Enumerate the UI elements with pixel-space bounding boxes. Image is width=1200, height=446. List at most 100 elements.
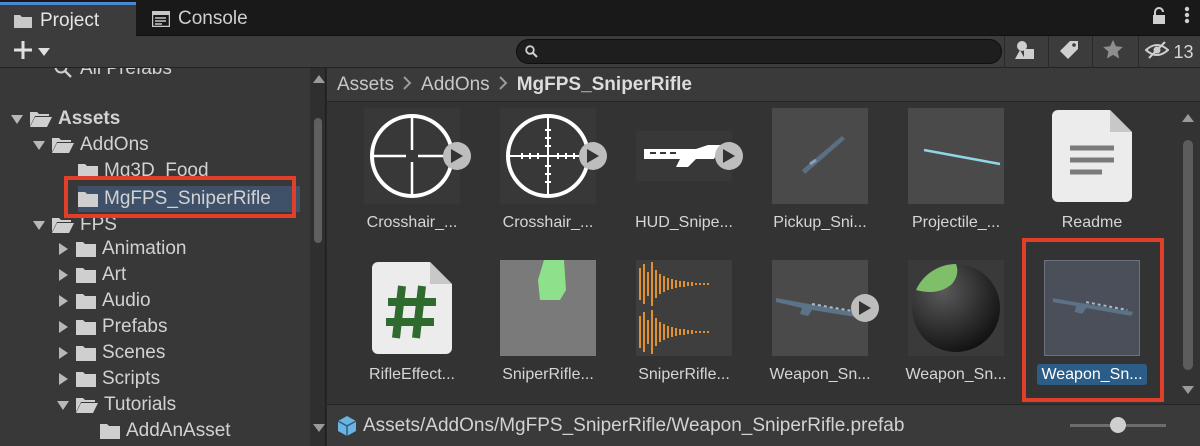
folder-icon bbox=[76, 241, 96, 257]
expand-arrow-icon[interactable] bbox=[32, 140, 46, 150]
tree-item-label: AddAnAsset bbox=[126, 420, 231, 441]
folder-icon bbox=[78, 191, 98, 207]
create-button[interactable] bbox=[12, 39, 60, 65]
breadcrumb-item[interactable]: Assets bbox=[337, 74, 394, 96]
tree-item-scripts[interactable]: Scripts bbox=[56, 366, 325, 392]
collapse-arrow-icon[interactable] bbox=[56, 373, 70, 385]
asset-label: SniperRifle... bbox=[502, 366, 594, 383]
expand-arrow-icon[interactable] bbox=[32, 220, 46, 230]
folder-tree: All Prefabs Assets AddOns Mg3D_Food MgFP… bbox=[0, 68, 326, 446]
tree-item-all-prefabs[interactable]: All Prefabs bbox=[54, 68, 325, 82]
hidden-count-label: 13 bbox=[1173, 41, 1194, 62]
folder-icon bbox=[76, 371, 96, 387]
play-icon[interactable] bbox=[851, 294, 879, 322]
chevron-right-icon bbox=[403, 74, 412, 96]
asset-label: Crosshair_... bbox=[366, 214, 458, 231]
breadcrumb-item[interactable]: AddOns bbox=[421, 74, 490, 96]
tree-item-label: AddOns bbox=[80, 134, 149, 155]
tree-item-art[interactable]: Art bbox=[56, 262, 325, 288]
tree-item-scenes[interactable]: Scenes bbox=[56, 340, 325, 366]
collapse-arrow-icon[interactable] bbox=[56, 295, 70, 307]
asset-label: HUD_Snipe... bbox=[635, 214, 733, 231]
tree-item-label: Mg3D_Food bbox=[104, 160, 209, 181]
tree-scroll-down-icon[interactable] bbox=[313, 424, 325, 432]
project-toolbar: 13 bbox=[0, 36, 1200, 68]
favorites-button[interactable] bbox=[1092, 36, 1132, 68]
breadcrumb-current: MgFPS_SniperRifle bbox=[516, 73, 692, 95]
tree-item-label: MgFPS_SniperRifle bbox=[104, 188, 271, 209]
collapse-arrow-icon[interactable] bbox=[56, 269, 70, 281]
folder-open-icon bbox=[76, 397, 98, 413]
play-icon[interactable] bbox=[443, 142, 471, 170]
lock-icon[interactable] bbox=[1152, 6, 1166, 29]
folder-icon bbox=[14, 13, 32, 28]
asset-label: Pickup_Sni... bbox=[773, 214, 867, 231]
tree-item-label: FPS bbox=[80, 214, 117, 235]
expand-arrow-icon[interactable] bbox=[10, 114, 24, 124]
scroll-down-icon[interactable] bbox=[1182, 386, 1194, 394]
script-hash-icon bbox=[364, 260, 460, 356]
collapse-arrow-icon[interactable] bbox=[56, 347, 70, 359]
asset-label: RifleEffect... bbox=[369, 366, 455, 383]
tree-scroll-up-icon[interactable] bbox=[313, 75, 325, 83]
search-by-type-button[interactable] bbox=[1004, 36, 1044, 68]
tree-item-fps[interactable]: FPS bbox=[32, 212, 325, 238]
document-icon bbox=[1044, 108, 1140, 204]
play-icon[interactable] bbox=[715, 142, 743, 170]
tree-item-label: Art bbox=[102, 264, 127, 285]
material-sphere-icon bbox=[908, 260, 1004, 356]
zoom-slider[interactable] bbox=[1070, 417, 1166, 433]
breadcrumb: Assets AddOns MgFPS_SniperRifle bbox=[327, 68, 1200, 102]
search-by-label-button[interactable] bbox=[1048, 36, 1088, 68]
asset-grid-scrollbar-thumb[interactable] bbox=[1183, 140, 1193, 370]
audio-waveform-icon bbox=[636, 260, 732, 356]
prefab-cube-icon bbox=[337, 415, 357, 437]
play-icon[interactable] bbox=[579, 142, 607, 170]
tree-item-audio[interactable]: Audio bbox=[56, 288, 325, 314]
asset-label: Weapon_Sn... bbox=[905, 366, 1007, 383]
folder-icon bbox=[100, 423, 120, 439]
scroll-up-icon[interactable] bbox=[1182, 114, 1194, 122]
search-icon bbox=[54, 68, 72, 78]
tree-item-label: Animation bbox=[102, 238, 187, 259]
collapse-arrow-icon[interactable] bbox=[56, 321, 70, 333]
tab-console-label: Console bbox=[178, 8, 248, 29]
expand-arrow-icon[interactable] bbox=[56, 400, 70, 410]
shapes-icon bbox=[1014, 40, 1036, 65]
asset-label: Projectile_... bbox=[911, 214, 1001, 231]
tab-project-label: Project bbox=[40, 9, 100, 31]
tree-item-label: Audio bbox=[102, 290, 151, 311]
search-icon bbox=[525, 45, 538, 63]
tree-item-assets[interactable]: Assets bbox=[10, 106, 320, 132]
tab-project[interactable]: Project bbox=[0, 2, 136, 36]
search-input[interactable] bbox=[516, 39, 1002, 64]
tree-item-addons[interactable]: AddOns bbox=[32, 132, 325, 158]
tree-item-label: Scenes bbox=[102, 342, 166, 363]
asset-grid-scrollbar[interactable] bbox=[1178, 106, 1198, 402]
folder-icon bbox=[76, 293, 96, 309]
tree-item-label: All Prefabs bbox=[80, 68, 172, 79]
tree-item-mg3d-food[interactable]: Mg3D_Food bbox=[78, 158, 325, 184]
tab-bar: Project Console bbox=[0, 0, 1200, 36]
chevron-right-icon bbox=[498, 74, 508, 96]
asset-label: Readme bbox=[1061, 214, 1123, 231]
zoom-slider-knob[interactable] bbox=[1110, 417, 1126, 433]
asset-label: SniperRifle... bbox=[638, 366, 730, 383]
tree-item-mgfps-sniperrifle[interactable]: MgFPS_SniperRifle bbox=[78, 186, 300, 212]
more-options-icon[interactable] bbox=[1184, 6, 1190, 29]
tree-item-prefabs[interactable]: Prefabs bbox=[56, 314, 325, 340]
tree-item-tutorials[interactable]: Tutorials bbox=[56, 392, 325, 418]
folder-open-icon bbox=[52, 137, 74, 153]
tree-scrollbar[interactable] bbox=[310, 68, 325, 446]
rifle-pickup-icon bbox=[772, 108, 868, 204]
plus-icon bbox=[12, 39, 34, 66]
tree-item-label: Prefabs bbox=[102, 316, 168, 337]
tree-item-addanasset[interactable]: AddAnAsset bbox=[100, 418, 325, 444]
projectile-icon bbox=[908, 108, 1004, 204]
collapse-arrow-icon[interactable] bbox=[56, 243, 70, 255]
status-bar: Assets/AddOns/MgFPS_SniperRifle/Weapon_S… bbox=[327, 404, 1200, 446]
tab-console[interactable]: Console bbox=[148, 2, 248, 36]
hidden-packages-toggle[interactable]: 13 bbox=[1138, 36, 1200, 68]
tree-item-animation[interactable]: Animation bbox=[56, 236, 325, 262]
tree-scrollbar-thumb[interactable] bbox=[314, 118, 322, 243]
